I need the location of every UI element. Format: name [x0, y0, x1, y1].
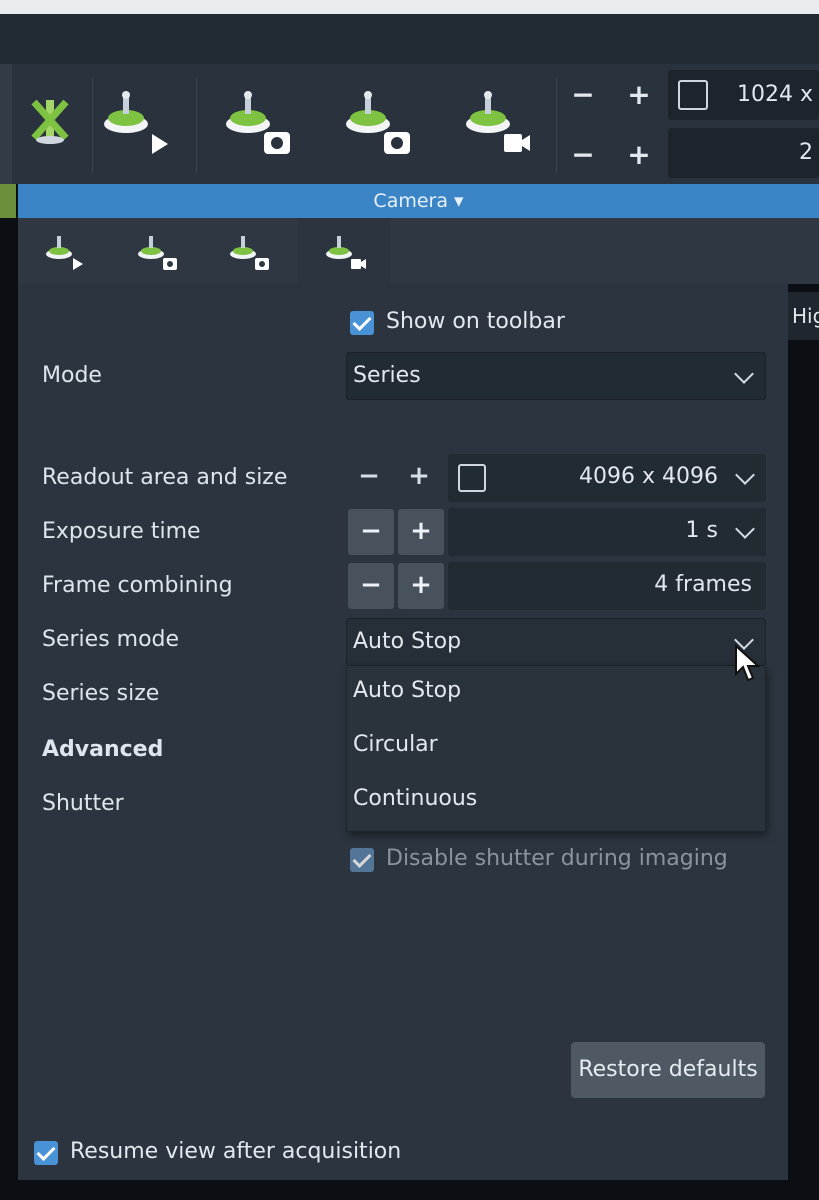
camera-video-icon[interactable] [454, 82, 534, 162]
series-mode-select[interactable]: Auto Stop [346, 618, 766, 666]
dropdown-option-continuous[interactable]: Continuous [353, 786, 477, 811]
frame-combining-value: 4 frames [654, 572, 752, 597]
right-edge-tab [788, 218, 819, 284]
tab-view[interactable] [18, 218, 110, 284]
toolbar-area-checkbox[interactable] [678, 80, 708, 110]
window-top-strip [0, 0, 819, 14]
shutter-label: Shutter [42, 791, 124, 816]
show-on-toolbar-checkbox[interactable] [350, 311, 374, 335]
left-status-indicator [0, 184, 16, 218]
camera-snapshot-icon [138, 236, 177, 270]
camera-play-icon[interactable] [96, 82, 176, 162]
chevron-down-icon [735, 465, 755, 485]
readout-value: 4096 x 4096 [579, 464, 718, 489]
series-mode-label: Series mode [42, 627, 180, 652]
frame-combining-increase-button[interactable]: + [398, 563, 444, 609]
camera-disabled-icon[interactable] [10, 82, 90, 162]
toolbar-separator [196, 78, 197, 174]
disable-shutter-checkbox[interactable] [350, 848, 374, 872]
exposure-label: Exposure time [42, 519, 201, 544]
exposure-select[interactable]: 1 s [448, 508, 766, 556]
show-on-toolbar-label: Show on toolbar [386, 309, 565, 334]
camera-section-bar[interactable]: Camera ▾ [18, 184, 819, 218]
toolbar-decrease-button[interactable]: − [570, 78, 596, 111]
chevron-down-icon [734, 364, 754, 384]
toolbar-increase-button[interactable]: + [626, 78, 652, 111]
frame-combining-decrease-button[interactable]: − [348, 563, 394, 609]
series-mode-dropdown: Auto Stop Circular Continuous [346, 666, 766, 832]
toolbar-separator [556, 78, 557, 174]
title-bar [0, 14, 819, 64]
camera-snapshot-alt-icon [230, 236, 269, 270]
frame-combining-field[interactable]: 4 frames [448, 562, 766, 610]
readout-area-checkbox[interactable] [458, 464, 486, 492]
toolbar-increase-button[interactable]: + [626, 138, 652, 171]
camera-play-icon [46, 236, 83, 270]
series-size-label: Series size [42, 681, 160, 706]
toolbar-exposure-value: 2 [799, 140, 813, 165]
tab-snapshot[interactable] [110, 218, 202, 284]
toolbar-decrease-button[interactable]: − [570, 138, 596, 171]
toolbar-exposure-field[interactable]: 2 [668, 128, 819, 178]
exposure-increase-button[interactable]: + [398, 509, 444, 555]
camera-tabs [18, 218, 788, 284]
readout-increase-button[interactable]: + [396, 454, 442, 500]
camera-snapshot-icon[interactable] [214, 82, 294, 162]
chevron-down-icon [735, 519, 755, 539]
mode-select[interactable]: Series [346, 352, 766, 400]
dropdown-option-auto-stop[interactable]: Auto Stop [353, 678, 461, 703]
exposure-value: 1 s [685, 518, 718, 543]
readout-label: Readout area and size [42, 465, 288, 490]
toolbar-separator [92, 78, 93, 174]
mode-label: Mode [42, 363, 102, 388]
resume-view-checkbox[interactable] [34, 1141, 58, 1165]
tab-snapshot-alt[interactable] [202, 218, 294, 284]
dropdown-option-circular[interactable]: Circular [353, 732, 438, 757]
disable-shutter-label: Disable shutter during imaging [386, 846, 728, 871]
right-edge-background [788, 218, 819, 1200]
toolbar-readout-value: 1024 x [736, 82, 813, 107]
exposure-decrease-button[interactable]: − [348, 509, 394, 555]
mode-value: Series [353, 363, 421, 388]
mouse-cursor-icon [735, 644, 760, 682]
advanced-heading: Advanced [42, 737, 164, 762]
frame-combining-label: Frame combining [42, 573, 233, 598]
camera-snapshot-alt-icon[interactable] [334, 82, 414, 162]
bottom-edge [0, 1180, 819, 1200]
restore-defaults-button[interactable]: Restore defaults [571, 1042, 765, 1098]
resume-view-label: Resume view after acquisition [70, 1139, 402, 1164]
series-mode-value: Auto Stop [353, 629, 462, 654]
readout-decrease-button[interactable]: − [346, 454, 392, 500]
right-edge-label: Hig [788, 292, 819, 340]
readout-select[interactable]: 4096 x 4096 [448, 454, 766, 502]
tab-video[interactable] [298, 218, 390, 284]
camera-video-icon [326, 236, 366, 269]
